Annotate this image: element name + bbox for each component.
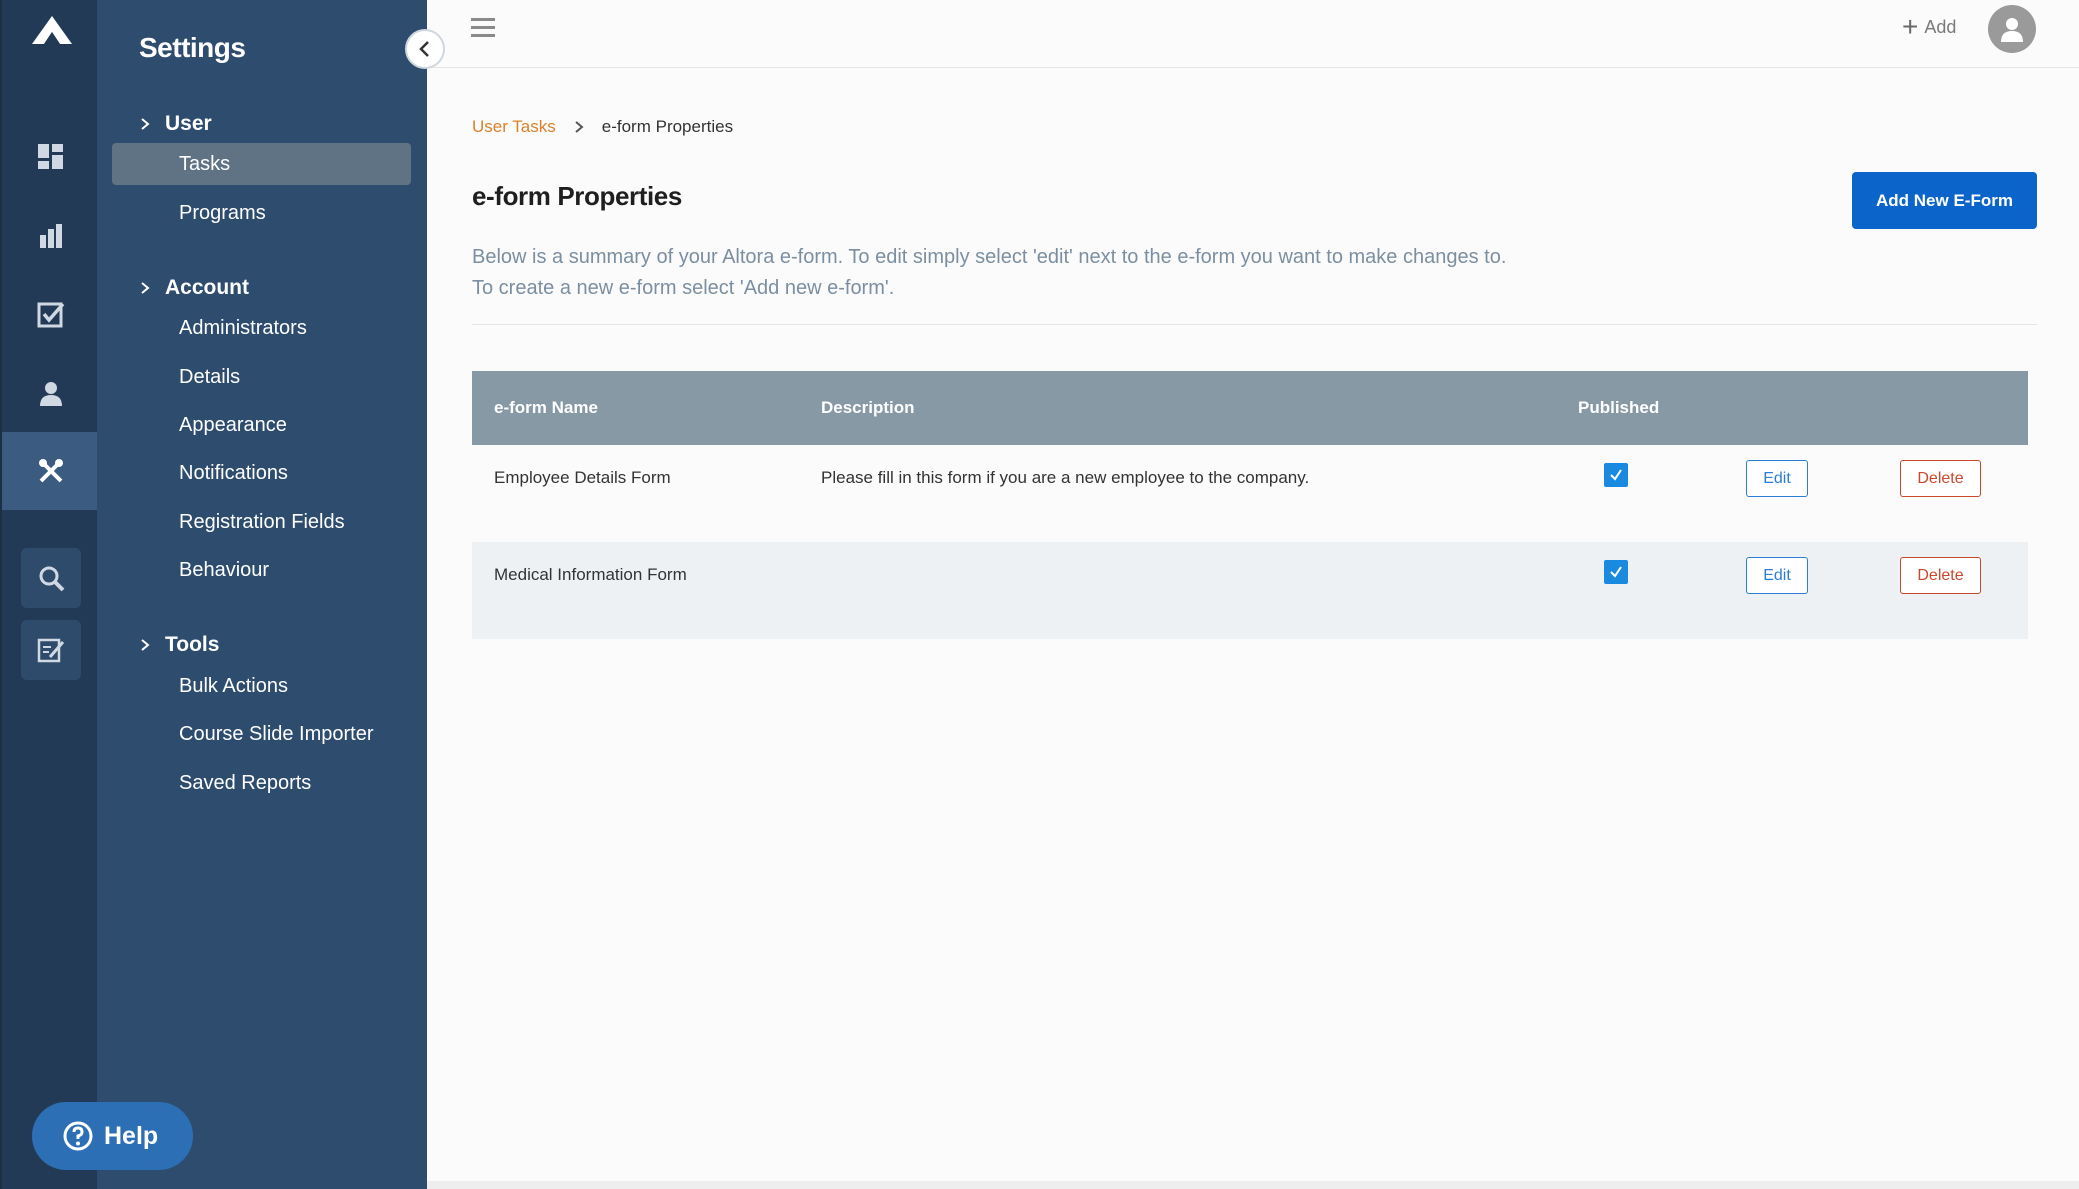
section-tools-label: Tools [165,633,220,656]
eform-table: e-form Name Description Published Employ… [472,371,2028,639]
description-line-1: Below is a summary of your Altora e-form… [472,246,1507,268]
nav-item-tasks[interactable]: Tasks [112,143,411,185]
nav-item-details[interactable]: Details [112,356,411,398]
edit-document-icon[interactable] [21,620,81,680]
checkmark-icon [1610,566,1622,578]
page-description: Below is a summary of your Altora e-form… [472,242,1506,304]
checkmark-icon [1610,469,1622,481]
icon-rail [0,0,99,1189]
edit-button[interactable]: Edit [1746,557,1808,594]
chevron-right-icon [575,121,584,133]
table-row: Employee Details Form Please fill in thi… [472,445,2028,542]
section-account[interactable]: Account [139,276,249,300]
column-header-name: e-form Name [494,398,598,417]
nav-item-behaviour[interactable]: Behaviour [112,549,411,591]
delete-button[interactable]: Delete [1900,557,1981,594]
breadcrumb: User Tasks e-form Properties [472,117,733,137]
help-button[interactable]: Help [32,1102,193,1170]
chevron-right-icon [141,282,150,294]
top-bar: + Add [427,0,2079,68]
nav-item-saved-reports[interactable]: Saved Reports [112,762,411,804]
table-header: e-form Name Description Published [472,371,2028,445]
main-content: User Tasks e-form Properties e-form Prop… [427,68,2079,1181]
eform-description: Please fill in this form if you are a ne… [821,468,1310,487]
reports-icon[interactable] [2,197,99,275]
nav-item-notifications[interactable]: Notifications [112,452,411,494]
user-icon[interactable] [2,355,99,433]
section-user[interactable]: User [139,112,212,136]
breadcrumb-link-user-tasks[interactable]: User Tasks [472,117,556,137]
hamburger-menu-icon[interactable] [469,14,497,42]
tasks-check-icon[interactable] [2,276,99,354]
nav-item-appearance[interactable]: Appearance [112,404,411,446]
section-account-label: Account [165,276,249,299]
column-header-published: Published [1578,398,1660,417]
dashboard-icon[interactable] [2,118,99,196]
question-circle-icon [63,1121,93,1151]
nav-item-administrators[interactable]: Administrators [112,307,411,349]
collapse-sidebar-button[interactable] [405,29,445,69]
section-user-label: User [165,112,212,135]
nav-item-programs[interactable]: Programs [112,192,411,234]
divider [472,324,2037,325]
user-avatar[interactable] [1988,5,2036,53]
settings-title: Settings [139,32,246,63]
nav-item-course-slide-importer[interactable]: Course Slide Importer [112,713,411,755]
column-header-description: Description [821,398,915,417]
help-label: Help [104,1121,159,1150]
delete-button[interactable]: Delete [1900,460,1981,497]
breadcrumb-current: e-form Properties [601,117,734,136]
eform-name: Medical Information Form [494,565,687,584]
settings-panel: Settings User Tasks Programs Account Adm… [97,0,427,1189]
settings-tools-icon[interactable] [2,432,99,510]
add-button[interactable]: + Add [1902,11,1957,42]
add-label: Add [1924,16,1957,37]
table-row: Medical Information Form Edit Delete [472,542,2028,639]
chevron-right-icon [141,639,150,651]
bottom-strip [427,1181,2079,1189]
nav-item-bulk-actions[interactable]: Bulk Actions [112,665,411,707]
plus-icon: + [1902,11,1919,42]
app-root: Settings User Tasks Programs Account Adm… [0,0,2079,1189]
logo-icon[interactable] [30,14,74,46]
description-line-2: To create a new e-form select 'Add new e… [472,277,895,299]
page-title: e-form Properties [472,181,682,211]
add-new-eform-button[interactable]: Add New E-Form [1852,172,2037,229]
section-tools[interactable]: Tools [139,633,219,657]
chevron-right-icon [141,118,150,130]
published-checkbox[interactable] [1604,560,1628,584]
published-checkbox[interactable] [1604,463,1628,487]
nav-item-registration-fields[interactable]: Registration Fields [112,501,411,543]
search-icon[interactable] [21,548,81,608]
chevron-left-icon [419,41,429,57]
user-silhouette-icon [2001,18,2023,42]
edit-button[interactable]: Edit [1746,460,1808,497]
eform-name: Employee Details Form [494,468,671,487]
